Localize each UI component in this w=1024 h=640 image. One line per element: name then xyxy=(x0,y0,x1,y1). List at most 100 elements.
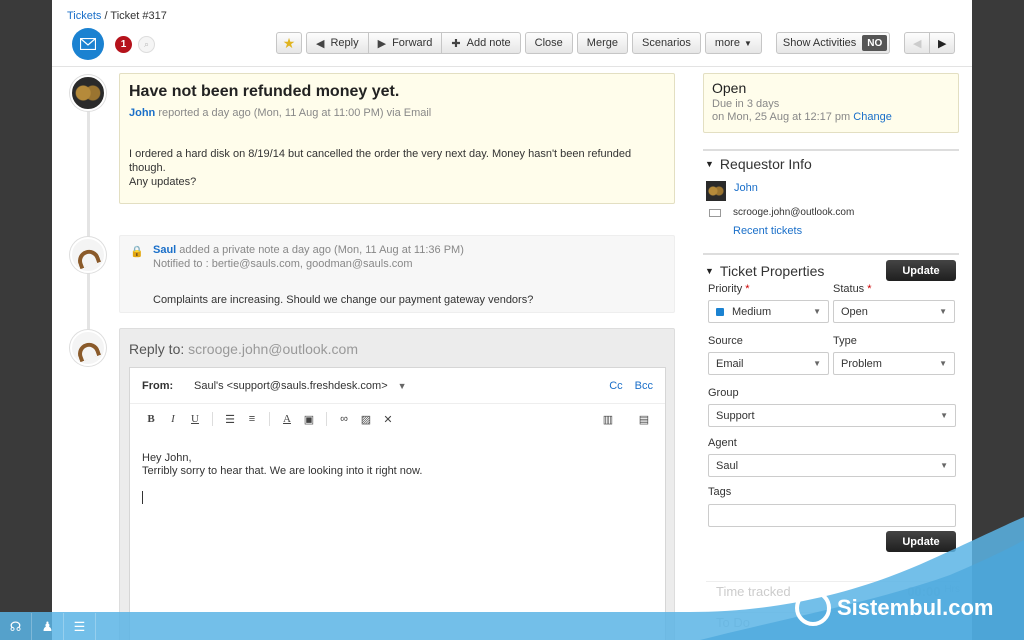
forward-button[interactable]: ▶ Forward xyxy=(367,32,443,54)
requester-link[interactable]: John xyxy=(129,107,155,119)
ticket-status: Open xyxy=(712,80,747,96)
caret-down-icon: ▼ xyxy=(939,359,947,368)
toolbar-separator xyxy=(269,412,270,426)
email-source-icon xyxy=(72,28,104,60)
numbered-list-icon[interactable]: ≡ xyxy=(241,413,263,425)
lock-icon: 🔒 xyxy=(130,246,144,258)
text-cursor xyxy=(142,491,143,504)
status-select[interactable]: Open ▼ xyxy=(833,300,955,323)
bcc-link[interactable]: Bcc xyxy=(635,380,653,392)
agent-value: Saul xyxy=(716,459,739,472)
tags-input[interactable] xyxy=(708,504,956,527)
reply-button[interactable]: ◀ Reply xyxy=(306,32,369,54)
reply-actions-group: ◀ Reply ▶ Forward ✚ Add note xyxy=(306,32,521,54)
add-note-button-label: Add note xyxy=(466,37,511,49)
due-date-row: on Mon, 25 Aug at 12:17 pm Change xyxy=(712,111,950,124)
tags-label: Tags xyxy=(708,486,732,498)
source-select[interactable]: Email ▼ xyxy=(708,352,829,375)
group-select[interactable]: Support ▼ xyxy=(708,404,956,427)
cc-link[interactable]: Cc xyxy=(609,380,622,392)
scenarios-button[interactable]: Scenarios xyxy=(631,32,701,54)
requestor-info-header[interactable]: ▼ Requestor Info xyxy=(703,149,959,172)
caret-down-icon: ▼ xyxy=(940,461,948,470)
close-button[interactable]: Close xyxy=(524,32,573,54)
breadcrumb-tickets-link[interactable]: Tickets xyxy=(67,10,101,22)
requestor-name-link[interactable]: John xyxy=(734,182,758,194)
toggle-state: NO xyxy=(862,35,888,51)
underline-icon[interactable]: U xyxy=(184,413,206,425)
merge-button[interactable]: Merge xyxy=(576,32,628,54)
update-button-bottom[interactable]: Update xyxy=(886,531,956,552)
show-activities-toggle[interactable]: Show Activities NO xyxy=(775,32,891,54)
solutions-book-icon[interactable]: ▥ xyxy=(597,413,619,426)
image-icon[interactable]: ▨ xyxy=(355,413,377,426)
headset-icon[interactable]: ☊ xyxy=(0,613,32,640)
font-color-icon[interactable]: A xyxy=(276,413,298,425)
user-icon[interactable]: ♟ xyxy=(32,613,64,640)
notification-count-badge[interactable]: 1 xyxy=(115,36,132,53)
note-body: Complaints are increasing. Should we cha… xyxy=(153,294,534,306)
show-activities-label: Show Activities xyxy=(782,37,857,49)
due-in-text: Due in 3 days xyxy=(712,98,780,110)
ticket-body-line: Any updates? xyxy=(129,176,197,188)
required-mark: * xyxy=(867,283,872,295)
agent-select[interactable]: Saul ▼ xyxy=(708,454,956,477)
bold-icon[interactable]: B xyxy=(140,413,162,425)
from-label: From: xyxy=(142,379,174,392)
agent-label: Agent xyxy=(708,437,737,449)
ticket-properties-title: Ticket Properties xyxy=(719,262,825,279)
collapse-triangle-icon: ▼ xyxy=(705,265,714,276)
recent-tickets-link[interactable]: Recent tickets xyxy=(733,225,802,237)
from-select[interactable]: Saul's <support@sauls.freshdesk.com> xyxy=(194,380,388,392)
menu-icon[interactable]: ☰ xyxy=(64,613,96,640)
change-due-link[interactable]: Change xyxy=(853,111,892,123)
star-button[interactable]: ★ xyxy=(276,32,302,54)
requestor-info-title: Requestor Info xyxy=(719,156,812,172)
chevron-right-icon: ▶ xyxy=(938,37,947,50)
collapse-triangle-icon: ▼ xyxy=(705,159,714,169)
caret-down-icon[interactable]: ▼ xyxy=(398,381,407,391)
ticket-reported-text: reported a day ago (Mon, 11 Aug at 11:00… xyxy=(158,107,432,119)
update-button-top[interactable]: Update xyxy=(886,260,956,281)
breadcrumb: Tickets / Ticket #317 xyxy=(67,10,167,22)
required-mark: * xyxy=(745,283,750,295)
reply-box: Reply to: scrooge.john@outlook.com From:… xyxy=(119,328,675,640)
requester-avatar xyxy=(70,75,106,111)
requestor-avatar xyxy=(706,181,726,201)
bullet-list-icon[interactable]: ☰ xyxy=(219,413,241,426)
reply-body-line: Terribly sorry to hear that. We are look… xyxy=(142,465,423,477)
note-author-link[interactable]: Saul xyxy=(153,244,176,256)
ticket-page: Tickets / Ticket #317 1 ⌕ ★ ◀ Reply ▶ Forw… xyxy=(52,0,972,640)
caret-down-icon: ▼ xyxy=(813,307,821,316)
envelope-icon xyxy=(709,209,721,217)
note-meta: Saul added a private note a day ago (Mon… xyxy=(153,244,664,256)
from-row: From: Saul's <support@sauls.freshdesk.co… xyxy=(130,368,665,404)
italic-icon[interactable]: I xyxy=(162,413,184,425)
ticket-body-line: I ordered a hard disk on 8/19/14 but can… xyxy=(129,148,632,174)
next-ticket-button[interactable]: ▶ xyxy=(929,32,956,54)
previous-ticket-button[interactable]: ◀ xyxy=(904,32,931,54)
reply-body-line: Hey John, xyxy=(142,452,192,464)
forward-button-label: Forward xyxy=(392,37,433,49)
add-note-button[interactable]: ✚ Add note xyxy=(441,32,521,54)
tag-icon[interactable]: ⌕ xyxy=(138,36,155,53)
background-color-icon[interactable]: ▣ xyxy=(298,413,320,426)
note-notified: Notified to : bertie@sauls.com, goodman@… xyxy=(153,258,413,270)
reply-text-area[interactable]: Hey John, Terribly sorry to hear that. W… xyxy=(130,434,665,522)
formatting-toolbar: B I U ☰ ≡ A ▣ ∞ ▨ ✕ ▥ ▤ xyxy=(130,404,665,434)
ticket-properties-header[interactable]: ▼ Ticket Properties Update xyxy=(703,253,959,281)
link-icon[interactable]: ∞ xyxy=(333,413,355,425)
source-value: Email xyxy=(716,357,744,370)
requestor-email: scrooge.john@outlook.com xyxy=(733,207,855,218)
remove-format-icon[interactable]: ✕ xyxy=(377,413,399,426)
canned-response-icon[interactable]: ▤ xyxy=(633,413,655,426)
type-select[interactable]: Problem ▼ xyxy=(833,352,955,375)
priority-select[interactable]: Medium ▼ xyxy=(708,300,829,323)
caret-down-icon: ▼ xyxy=(743,38,752,48)
ticket-subject: Have not been refunded money yet. xyxy=(129,83,400,100)
brand-logo-icon xyxy=(795,590,831,626)
star-icon: ★ xyxy=(282,34,296,51)
group-value: Support xyxy=(716,409,755,422)
ticket-pager: ◀ ▶ xyxy=(904,32,956,54)
more-button[interactable]: more ▼ xyxy=(704,32,762,54)
